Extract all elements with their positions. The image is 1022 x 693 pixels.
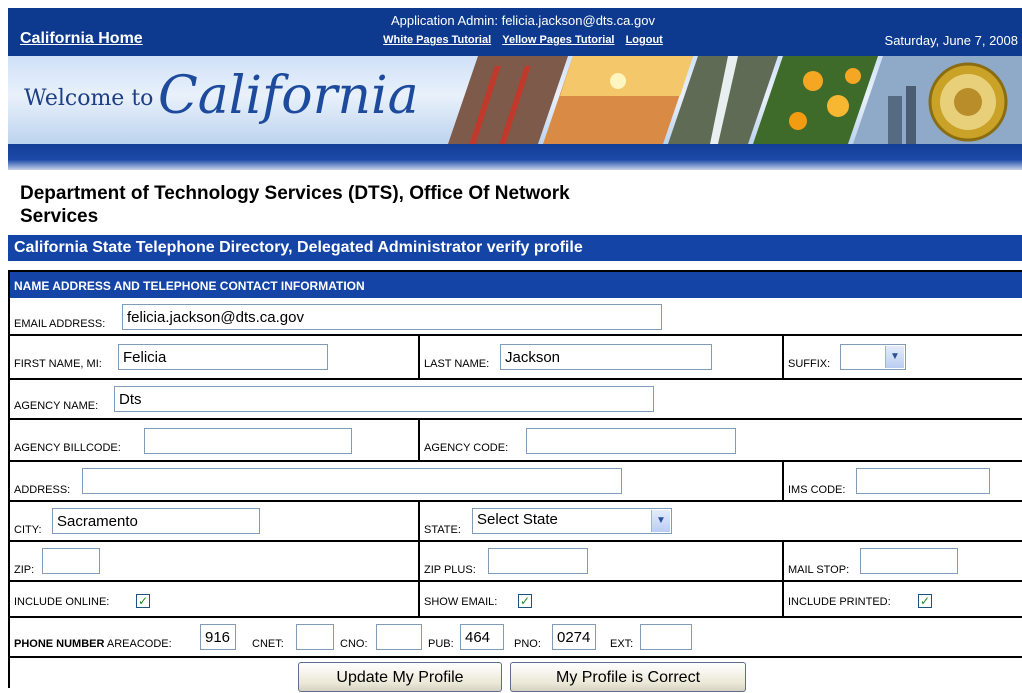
show-email-label: SHOW EMAIL:	[424, 596, 498, 608]
ext-label: EXT:	[610, 638, 634, 650]
city-field[interactable]	[52, 508, 260, 534]
zip-row: ZIP: ZIP PLUS: MAIL STOP:	[10, 542, 1022, 582]
california-home-link[interactable]: California Home	[20, 30, 143, 48]
email-label: EMAIL ADDRESS:	[14, 318, 106, 330]
phone-label: PHONE NUMBER AREACODE:	[14, 638, 172, 650]
zip-field[interactable]	[42, 548, 100, 574]
agency-name-row: AGENCY NAME:	[10, 380, 1022, 420]
cno-label: CNO:	[340, 638, 368, 650]
logout-link[interactable]: Logout	[626, 34, 663, 46]
zip-label: ZIP:	[14, 564, 35, 576]
welcome-banner: Welcome to California	[8, 56, 1022, 144]
name-row: FIRST NAME, MI: LAST NAME: SUFFIX: ▼	[10, 336, 1022, 380]
agency-code-field[interactable]	[526, 428, 736, 454]
cnet-label: CNET:	[252, 638, 284, 650]
pno-label: PNO:	[514, 638, 541, 650]
form-header: NAME ADDRESS AND TELEPHONE CONTACT INFOR…	[10, 272, 1022, 298]
admin-links: White Pages Tutorial Yellow Pages Tutori…	[353, 34, 693, 46]
email-field[interactable]	[122, 304, 662, 330]
state-select[interactable]: Select State ▼	[472, 508, 672, 534]
include-printed-label: INCLUDE PRINTED:	[788, 596, 891, 608]
banner-blue-band	[8, 144, 1022, 170]
ims-code-label: IMS CODE:	[788, 484, 846, 496]
agency-code-row: AGENCY BILLCODE: AGENCY CODE:	[10, 420, 1022, 462]
top-bar: California Home Application Admin: felic…	[8, 8, 1022, 56]
areacode-field[interactable]	[200, 624, 236, 650]
first-name-label: FIRST NAME, MI:	[14, 358, 102, 370]
pub-field[interactable]	[460, 624, 504, 650]
agency-billcode-field[interactable]	[144, 428, 352, 454]
last-name-field[interactable]	[500, 344, 712, 370]
first-name-field[interactable]	[118, 344, 328, 370]
city-label: CITY:	[14, 524, 42, 536]
agency-billcode-label: AGENCY BILLCODE:	[14, 442, 121, 454]
address-row: ADDRESS: IMS CODE:	[10, 462, 1022, 502]
cnet-field[interactable]	[296, 624, 334, 650]
department-title: Department of Technology Services (DTS),…	[20, 183, 570, 227]
admin-info: Application Admin: felicia.jackson@dts.c…	[391, 13, 655, 28]
include-online-checkbox[interactable]: ✓	[136, 594, 150, 608]
pno-field[interactable]	[552, 624, 596, 650]
ext-field[interactable]	[640, 624, 692, 650]
banner-photo-strip	[448, 56, 1022, 144]
suffix-select[interactable]: ▼	[840, 344, 906, 370]
last-name-label: LAST NAME:	[424, 358, 490, 370]
mail-stop-field[interactable]	[860, 548, 958, 574]
agency-code-label: AGENCY CODE:	[424, 442, 509, 454]
yellow-pages-tutorial-link[interactable]: Yellow Pages Tutorial	[502, 34, 614, 46]
phone-row: PHONE NUMBER AREACODE: CNET: CNO: PUB: P…	[10, 618, 1022, 658]
state-label: STATE:	[424, 524, 461, 536]
cno-field[interactable]	[376, 624, 422, 650]
chevron-down-icon: ▼	[885, 346, 904, 368]
options-row: INCLUDE ONLINE: ✓ SHOW EMAIL: ✓ INCLUDE …	[10, 582, 1022, 618]
email-row: EMAIL ADDRESS:	[10, 298, 1022, 336]
agency-name-label: AGENCY NAME:	[14, 400, 99, 412]
include-printed-checkbox[interactable]: ✓	[918, 594, 932, 608]
city-row: CITY: STATE: Select State ▼	[10, 502, 1022, 542]
suffix-label: SUFFIX:	[788, 358, 831, 370]
show-email-checkbox[interactable]: ✓	[518, 594, 532, 608]
banner-california-text: California	[158, 66, 419, 126]
banner-welcome-text: Welcome to	[24, 86, 154, 111]
pub-label: PUB:	[428, 638, 454, 650]
white-pages-tutorial-link[interactable]: White Pages Tutorial	[383, 34, 491, 46]
chevron-down-icon: ▼	[651, 510, 670, 532]
agency-name-field[interactable]	[114, 386, 654, 412]
include-online-label: INCLUDE ONLINE:	[14, 596, 110, 608]
date-display: Saturday, June 7, 2008	[884, 33, 1018, 48]
zip-plus-label: ZIP PLUS:	[424, 564, 476, 576]
ims-code-field[interactable]	[856, 468, 990, 494]
address-field[interactable]	[82, 468, 622, 494]
mail-stop-label: MAIL STOP:	[788, 564, 850, 576]
zip-plus-field[interactable]	[488, 548, 588, 574]
address-label: ADDRESS:	[14, 484, 71, 496]
section-title: California State Telephone Directory, De…	[8, 235, 1022, 261]
contact-form: NAME ADDRESS AND TELEPHONE CONTACT INFOR…	[8, 270, 1022, 692]
